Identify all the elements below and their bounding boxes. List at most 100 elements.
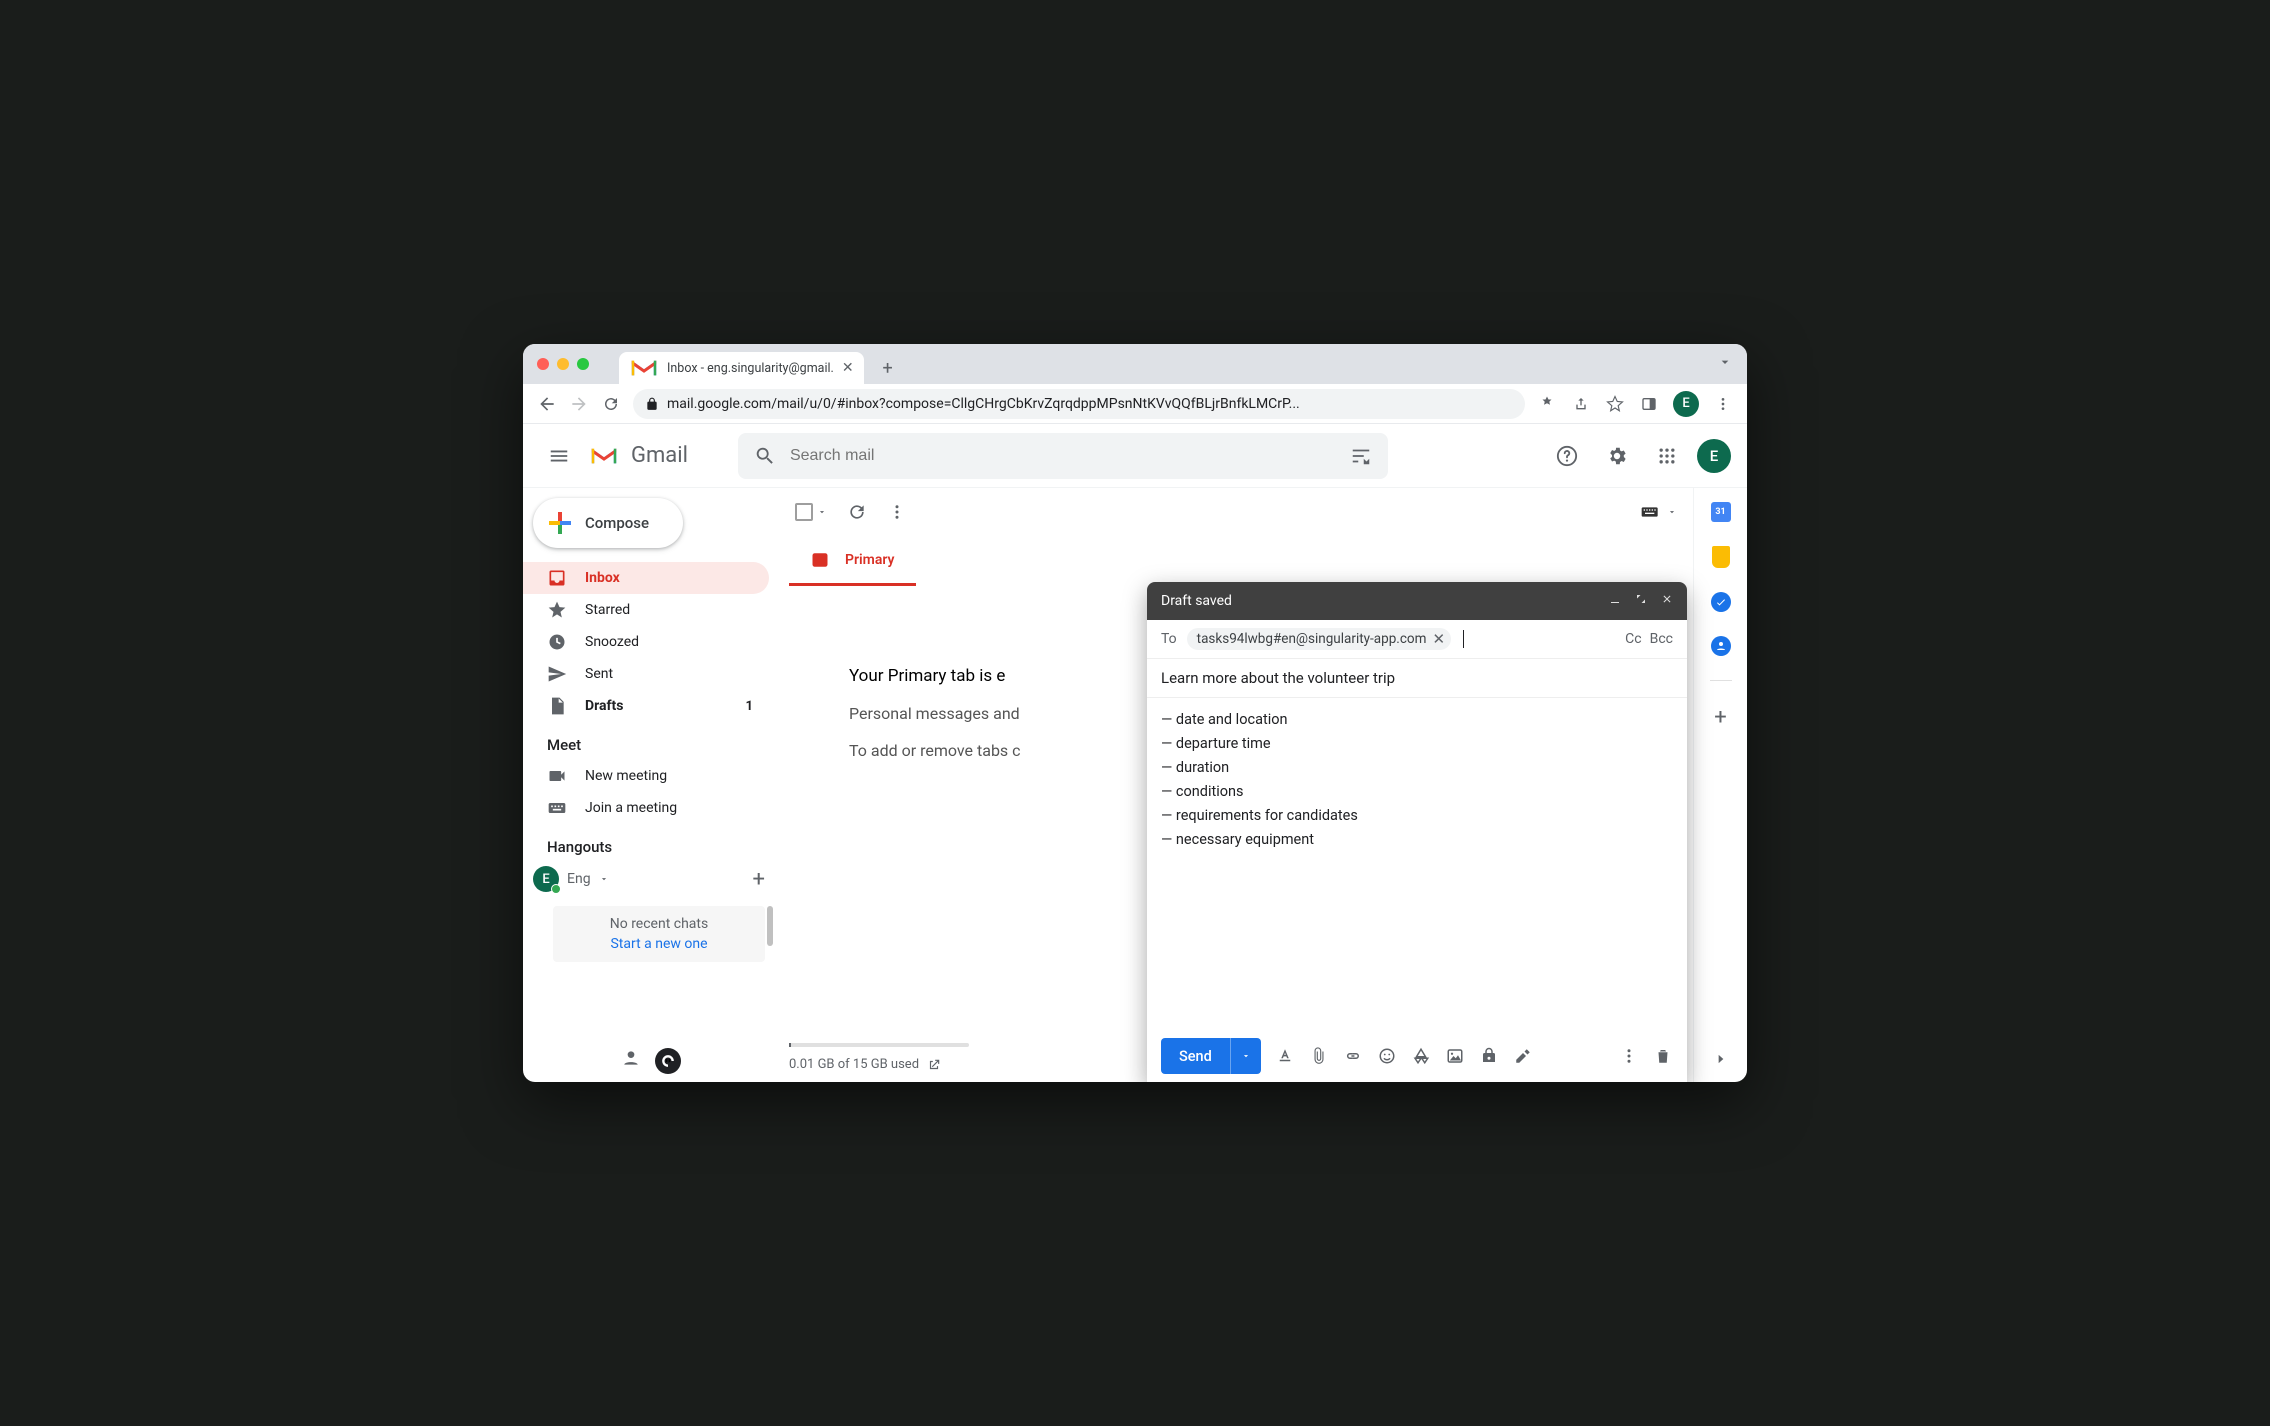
contacts-footer-icon[interactable] [621, 1048, 641, 1074]
body-line: — requirements for candidates [1161, 804, 1673, 828]
attach-icon[interactable] [1309, 1046, 1329, 1066]
close-window-icon[interactable] [537, 358, 549, 370]
input-tools-button[interactable] [1641, 502, 1661, 522]
cc-button[interactable]: Cc [1625, 631, 1641, 647]
discard-icon[interactable] [1653, 1046, 1673, 1066]
tasks-app-icon[interactable] [1711, 592, 1731, 612]
image-icon[interactable] [1445, 1046, 1465, 1066]
recipient-chip[interactable]: tasks94lwbg#en@singularity-app.com ✕ [1187, 628, 1451, 650]
refresh-button[interactable] [847, 502, 867, 522]
tab-primary-label: Primary [845, 552, 894, 568]
send-options-icon[interactable] [1230, 1038, 1261, 1074]
remove-recipient-icon[interactable]: ✕ [1432, 630, 1445, 648]
sidebar-item-new-meeting[interactable]: New meeting [523, 760, 769, 792]
body-line: — conditions [1161, 780, 1673, 804]
url-text: mail.google.com/mail/u/0/#inbox?compose=… [667, 396, 1300, 412]
formatting-icon[interactable] [1275, 1046, 1295, 1066]
tab-overflow-icon[interactable] [1717, 354, 1733, 374]
compose-body[interactable]: — date and location — departure time — d… [1147, 698, 1687, 1030]
omnibox[interactable]: mail.google.com/mail/u/0/#inbox?compose=… [633, 389, 1525, 419]
tab-close-icon[interactable]: ✕ [842, 360, 854, 376]
emoji-icon[interactable] [1377, 1046, 1397, 1066]
sidebar-item-sent[interactable]: Sent [523, 658, 769, 690]
hangouts-user-row[interactable]: E Eng + [523, 862, 779, 896]
minimize-window-icon[interactable] [557, 358, 569, 370]
scrollbar-thumb[interactable] [767, 906, 773, 946]
drive-icon[interactable] [1411, 1046, 1431, 1066]
search-options-icon[interactable] [1350, 445, 1372, 467]
body-line: — duration [1161, 756, 1673, 780]
chevron-down-icon[interactable] [1667, 507, 1677, 517]
close-icon[interactable] [1661, 593, 1673, 609]
gmail-wordmark: Gmail [631, 443, 688, 468]
link-icon[interactable] [1343, 1046, 1363, 1066]
bookmark-icon[interactable] [1605, 394, 1625, 414]
body-line: — necessary equipment [1161, 828, 1673, 852]
compose-subject[interactable]: Learn more about the volunteer trip [1147, 659, 1687, 698]
window-controls [537, 344, 619, 384]
hide-side-panel-button[interactable] [1714, 1051, 1728, 1070]
search-input[interactable] [790, 447, 1336, 465]
settings-button[interactable] [1597, 436, 1637, 476]
chevron-down-icon[interactable] [599, 874, 609, 884]
more-button[interactable] [887, 502, 907, 522]
keep-app-icon[interactable] [1712, 546, 1730, 568]
compose-header[interactable]: Draft saved [1147, 582, 1687, 620]
browser-tab-title: Inbox - eng.singularity@gmail. [667, 361, 834, 376]
start-new-chat-link[interactable]: Start a new one [563, 936, 755, 952]
sidebar-item-starred[interactable]: Starred [523, 594, 769, 626]
bcc-button[interactable]: Bcc [1650, 631, 1673, 647]
signature-icon[interactable] [1513, 1046, 1533, 1066]
compose-toolbar: Send [1147, 1030, 1687, 1082]
compose-button[interactable]: Compose [533, 498, 683, 548]
sidebar-item-join-meeting[interactable]: Join a meeting [523, 792, 769, 824]
profile-avatar[interactable]: E [1673, 391, 1699, 417]
compose-title: Draft saved [1161, 593, 1232, 609]
select-all-checkbox[interactable] [795, 503, 827, 521]
fullscreen-icon[interactable] [1635, 593, 1647, 609]
chrome-menu-icon[interactable] [1713, 394, 1733, 414]
contacts-app-icon[interactable] [1711, 636, 1731, 656]
side-panel-icon[interactable] [1639, 394, 1659, 414]
add-contact-button[interactable]: + [753, 867, 765, 892]
sidebar-item-label: Snoozed [585, 634, 639, 650]
reload-button[interactable] [601, 394, 621, 414]
sidebar-item-label: New meeting [585, 768, 667, 784]
browser-tab-bar: Inbox - eng.singularity@gmail. ✕ + [523, 344, 1747, 384]
apps-button[interactable] [1647, 436, 1687, 476]
back-button[interactable] [537, 394, 557, 414]
gmail-header: Gmail E [523, 424, 1747, 488]
more-options-icon[interactable] [1619, 1046, 1639, 1066]
open-in-new-icon[interactable] [927, 1058, 941, 1072]
side-panel: 31 + [1693, 488, 1747, 1082]
search-bar[interactable] [738, 433, 1388, 479]
support-button[interactable] [1547, 436, 1587, 476]
main-menu-button[interactable] [539, 436, 579, 476]
tab-primary[interactable]: Primary [789, 536, 916, 586]
sidebar-item-label: Starred [585, 602, 630, 618]
file-icon [547, 696, 567, 716]
hangouts-avatar: E [533, 866, 559, 892]
share-icon[interactable] [1571, 394, 1591, 414]
calendar-app-icon[interactable]: 31 [1711, 502, 1731, 522]
lock-icon [645, 397, 659, 411]
extension-icon[interactable] [1537, 394, 1557, 414]
maximize-window-icon[interactable] [577, 358, 589, 370]
browser-tab[interactable]: Inbox - eng.singularity@gmail. ✕ [619, 352, 864, 384]
sidebar-item-inbox[interactable]: Inbox [523, 562, 769, 594]
send-icon [547, 664, 567, 684]
body-line: — date and location [1161, 708, 1673, 732]
forward-button[interactable] [569, 394, 589, 414]
sidebar-item-snoozed[interactable]: Snoozed [523, 626, 769, 658]
confidential-icon[interactable] [1479, 1046, 1499, 1066]
sidebar-item-drafts[interactable]: Drafts 1 [523, 690, 769, 722]
hangouts-footer-icon[interactable] [655, 1048, 681, 1074]
sidebar-item-label: Sent [585, 666, 613, 682]
recent-chats-box: No recent chats Start a new one [553, 906, 765, 962]
account-avatar[interactable]: E [1697, 439, 1731, 473]
new-tab-button[interactable]: + [874, 354, 902, 382]
compose-to-row[interactable]: To tasks94lwbg#en@singularity-app.com ✕ … [1147, 620, 1687, 659]
send-button[interactable]: Send [1161, 1038, 1261, 1074]
minimize-icon[interactable] [1609, 593, 1621, 609]
get-addons-button[interactable]: + [1714, 705, 1726, 730]
